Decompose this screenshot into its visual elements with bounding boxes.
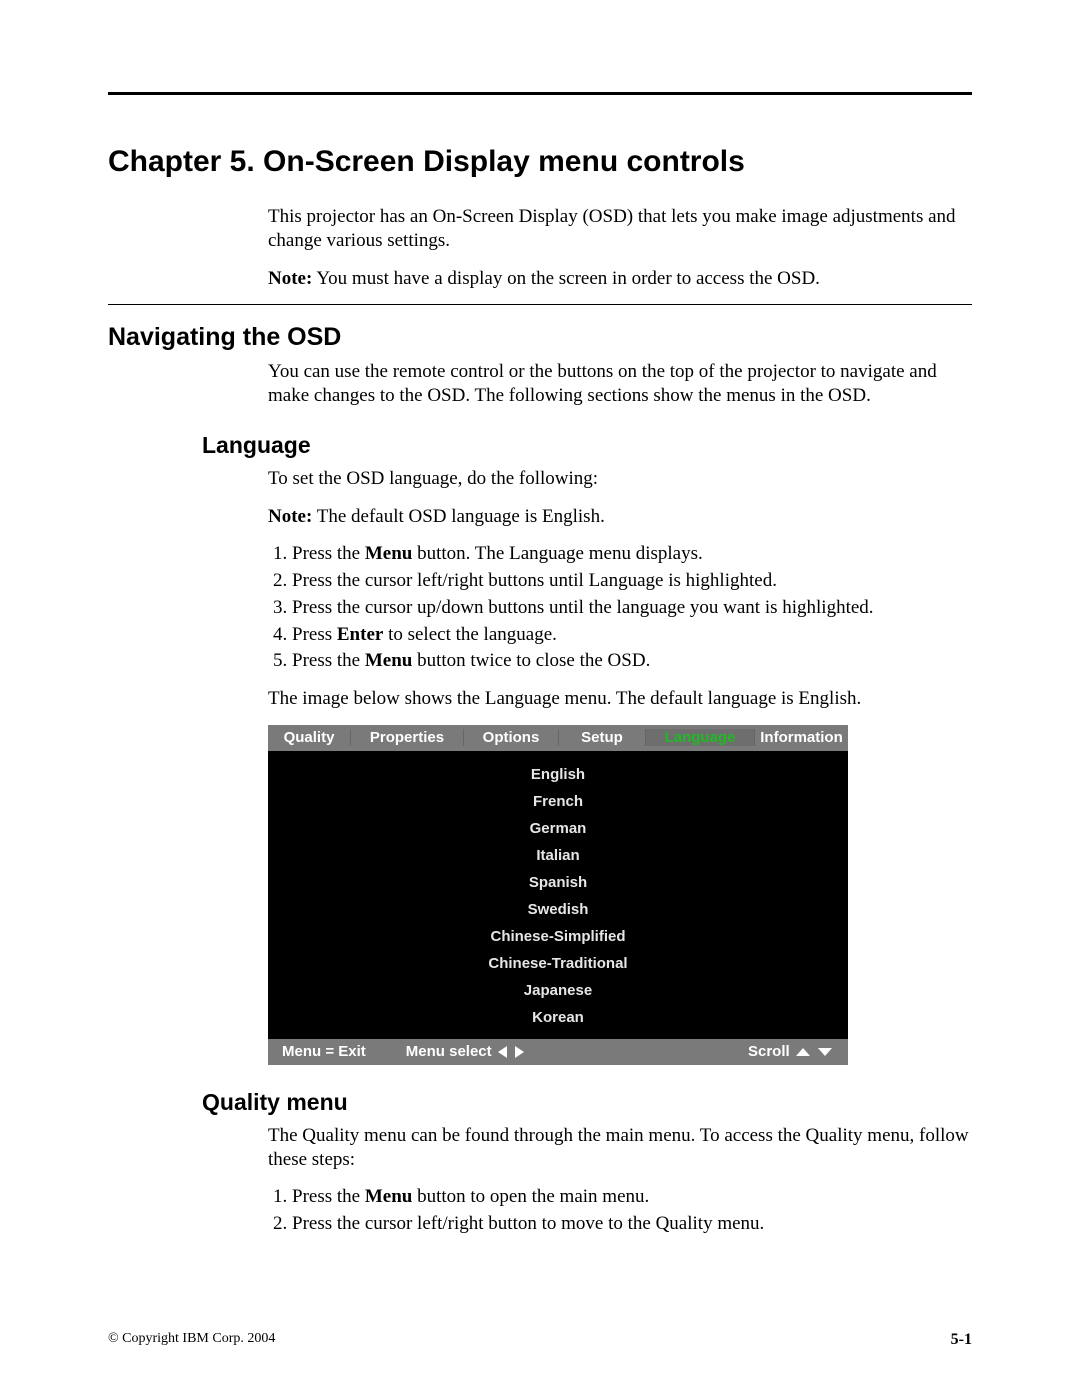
osd-tab-quality: Quality [268,729,351,746]
step: Press the Menu button. The Language menu… [292,542,972,566]
osd-figure: Quality Properties Options Setup Languag… [268,725,848,1065]
note-label: Note: [268,268,312,289]
osd-lang-item: Japanese [268,977,848,1004]
quality-body: The Quality menu can be found through th… [268,1124,972,1172]
step: Press the cursor up/down buttons until t… [292,596,972,620]
page-footer: © Copyright IBM Corp. 2004 5-1 [108,1331,972,1349]
language-steps: Press the Menu button. The Language menu… [268,542,972,673]
triangle-left-icon [498,1046,507,1058]
page-number: 5-1 [951,1331,972,1349]
osd-tab-language: Language [646,729,755,746]
chapter-title: Chapter 5. On-Screen Display menu contro… [108,145,972,179]
osd-lang-item: Korean [268,1004,848,1031]
osd-language-list: English French German Italian Spanish Sw… [268,751,848,1039]
language-intro: To set the OSD language, do the followin… [268,467,972,491]
navigating-heading: Navigating the OSD [108,323,972,352]
language-caption: The image below shows the Language menu.… [268,687,972,711]
section-rule [108,304,972,305]
osd-lang-item: German [268,815,848,842]
osd-footer-select: Menu select [406,1043,526,1060]
quality-steps: Press the Menu button to open the main m… [268,1185,972,1236]
intro-note: Note: You must have a display on the scr… [268,267,972,291]
osd-lang-item: Chinese-Traditional [268,950,848,977]
osd-footer: Menu = Exit Menu select Scroll [268,1039,848,1065]
step: Press the Menu button to open the main m… [292,1185,972,1209]
osd-tabbar: Quality Properties Options Setup Languag… [268,725,848,751]
quality-heading: Quality menu [202,1089,972,1116]
language-heading: Language [202,432,972,459]
language-note: Note: The default OSD language is Englis… [268,505,972,529]
step: Press the Menu button twice to close the… [292,649,972,673]
step: Press the cursor left/right buttons unti… [292,569,972,593]
osd-lang-item: French [268,788,848,815]
osd-lang-item: Italian [268,842,848,869]
osd-lang-item: Swedish [268,896,848,923]
osd-tab-information: Information [755,729,848,746]
osd-lang-item: Spanish [268,869,848,896]
top-rule [108,92,972,95]
triangle-up-icon [796,1048,810,1056]
osd-lang-item: Chinese-Simplified [268,923,848,950]
triangle-right-icon [515,1046,524,1058]
intro-paragraph: This projector has an On-Screen Display … [268,205,972,253]
intro-note-text: You must have a display on the screen in… [312,268,820,289]
osd-footer-exit: Menu = Exit [282,1043,366,1060]
osd-tab-setup: Setup [559,729,646,746]
osd-tab-options: Options [464,729,559,746]
step: Press Enter to select the language. [292,623,972,647]
osd-lang-item: English [268,761,848,788]
note-label: Note: [268,506,312,527]
step: Press the cursor left/right button to mo… [292,1212,972,1236]
osd-footer-scroll: Scroll [748,1043,834,1060]
language-note-text: The default OSD language is English. [312,506,605,527]
navigating-body: You can use the remote control or the bu… [268,360,972,408]
osd-tab-properties: Properties [351,729,464,746]
copyright: © Copyright IBM Corp. 2004 [108,1331,275,1349]
triangle-down-icon [818,1048,832,1056]
